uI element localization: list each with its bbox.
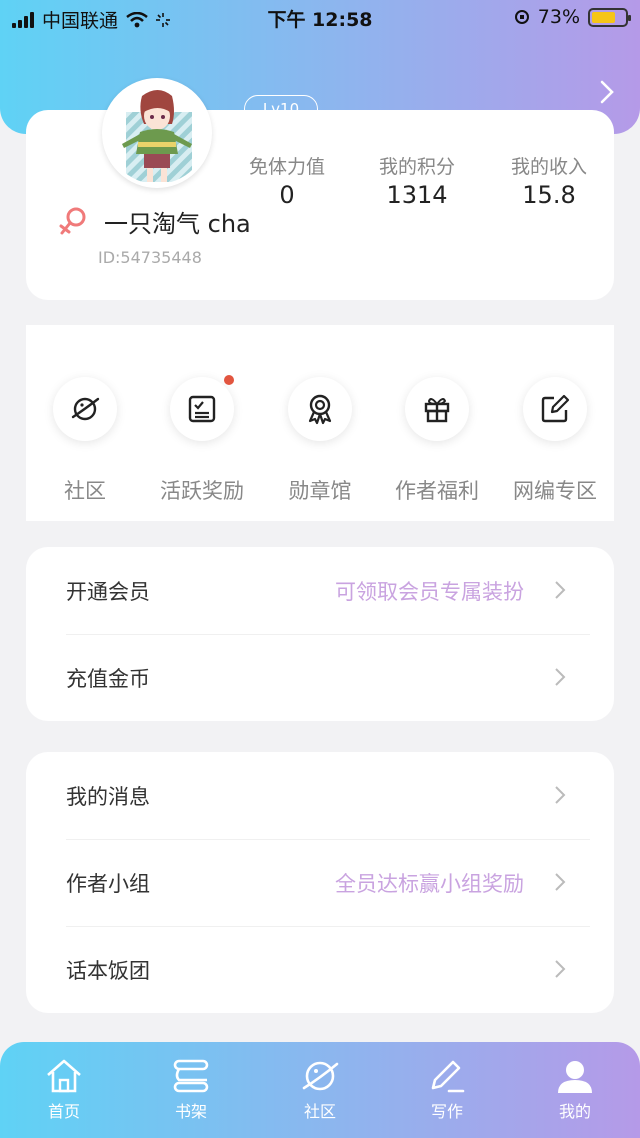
tab-bookshelf[interactable]: 书架 — [151, 1058, 231, 1122]
stat-value: 1314 — [386, 181, 448, 209]
menu-title: 开通会员 — [66, 579, 150, 604]
user-icon — [558, 1061, 592, 1093]
menu-group-social: 我的消息 作者小组 全员达标赢小组奖励 话本饭团 — [26, 752, 614, 1013]
menu-group-membership: 开通会员 可领取会员专属装扮 充值金币 — [26, 547, 614, 721]
notification-dot — [224, 375, 234, 385]
shortcut-label: 活跃奖励 — [160, 479, 244, 503]
shortcut-label: 勋章馆 — [288, 479, 352, 503]
bottom-tab-bar: 首页 书架 社区 写作 我的 — [0, 1042, 640, 1138]
menu-row-fan-club[interactable]: 话本饭团 — [26, 926, 614, 1013]
tab-label: 书架 — [174, 1102, 207, 1121]
menu-row-recharge[interactable]: 充值金币 — [26, 634, 614, 721]
battery-icon — [588, 7, 631, 27]
stat-label: 我的积分 — [378, 156, 455, 178]
checklist-icon — [188, 395, 216, 423]
stat-points[interactable]: 我的积分 1314 — [352, 152, 482, 209]
shortcut-label: 社区 — [64, 479, 106, 503]
stat-income[interactable]: 我的收入 15.8 — [484, 152, 614, 209]
planet-icon — [71, 397, 100, 421]
shortcut-label: 作者福利 — [395, 479, 479, 503]
user-id: ID:54735448 — [98, 248, 202, 267]
edit-icon — [541, 394, 570, 423]
username: 一只淘气 cha — [104, 210, 251, 238]
planet-icon — [302, 1061, 339, 1091]
shortcut-editor-zone[interactable]: 网编专区 — [496, 377, 614, 505]
level-badge: Lv10 — [244, 95, 318, 123]
menu-title: 我的消息 — [66, 784, 150, 809]
gift-icon — [424, 398, 450, 423]
menu-title: 充值金币 — [66, 666, 150, 691]
chevron-right-icon — [555, 873, 566, 891]
shortcut-community[interactable]: 社区 — [26, 377, 144, 505]
battery-percent: 73% — [537, 6, 580, 28]
menu-row-author-group[interactable]: 作者小组 全员达标赢小组奖励 — [26, 839, 614, 926]
chevron-right-icon — [555, 668, 566, 686]
tab-label: 社区 — [303, 1102, 336, 1121]
shortcut-grid: 社区 活跃奖励 勋章馆 作者福利 网编专区 — [26, 325, 614, 521]
stat-stamina[interactable]: 免体力值 0 — [222, 152, 352, 209]
tab-mine[interactable]: 我的 — [535, 1058, 615, 1122]
shortcut-activity-rewards[interactable]: 活跃奖励 — [143, 375, 261, 505]
home-icon — [47, 1059, 81, 1093]
stat-value: 15.8 — [522, 181, 576, 209]
tab-home[interactable]: 首页 — [24, 1058, 104, 1122]
status-bar: 中国联通 下午 12:58 73% — [0, 0, 640, 34]
chevron-right-icon — [555, 581, 566, 599]
chevron-right-icon — [555, 960, 566, 978]
menu-hint: 可领取会员专属装扮 — [335, 579, 524, 604]
menu-row-membership[interactable]: 开通会员 可领取会员专属装扮 — [26, 547, 614, 634]
avatar[interactable] — [102, 78, 212, 188]
tab-label: 我的 — [558, 1102, 591, 1121]
orientation-lock-icon — [514, 10, 529, 24]
bookshelf-icon — [173, 1059, 209, 1093]
menu-title: 话本饭团 — [66, 958, 150, 983]
chevron-right-icon — [555, 786, 566, 804]
header-chevron-icon[interactable] — [600, 80, 614, 104]
tab-label: 写作 — [430, 1102, 463, 1121]
tab-write[interactable]: 写作 — [407, 1058, 487, 1122]
shortcut-label: 网编专区 — [513, 479, 597, 503]
menu-row-messages[interactable]: 我的消息 — [26, 752, 614, 839]
medal-icon — [308, 394, 332, 425]
stat-label: 我的收入 — [510, 156, 587, 178]
menu-hint: 全员达标赢小组奖励 — [335, 871, 524, 896]
menu-title: 作者小组 — [66, 871, 150, 896]
tab-community[interactable]: 社区 — [280, 1058, 360, 1122]
tab-label: 首页 — [47, 1102, 80, 1121]
shortcut-author-welfare[interactable]: 作者福利 — [378, 377, 496, 505]
pen-icon — [431, 1060, 465, 1093]
username-row: 一只淘气 cha — [58, 204, 251, 239]
female-icon — [59, 207, 86, 234]
shortcut-medal-hall[interactable]: 勋章馆 — [261, 377, 379, 505]
stat-label: 免体力值 — [248, 156, 325, 178]
